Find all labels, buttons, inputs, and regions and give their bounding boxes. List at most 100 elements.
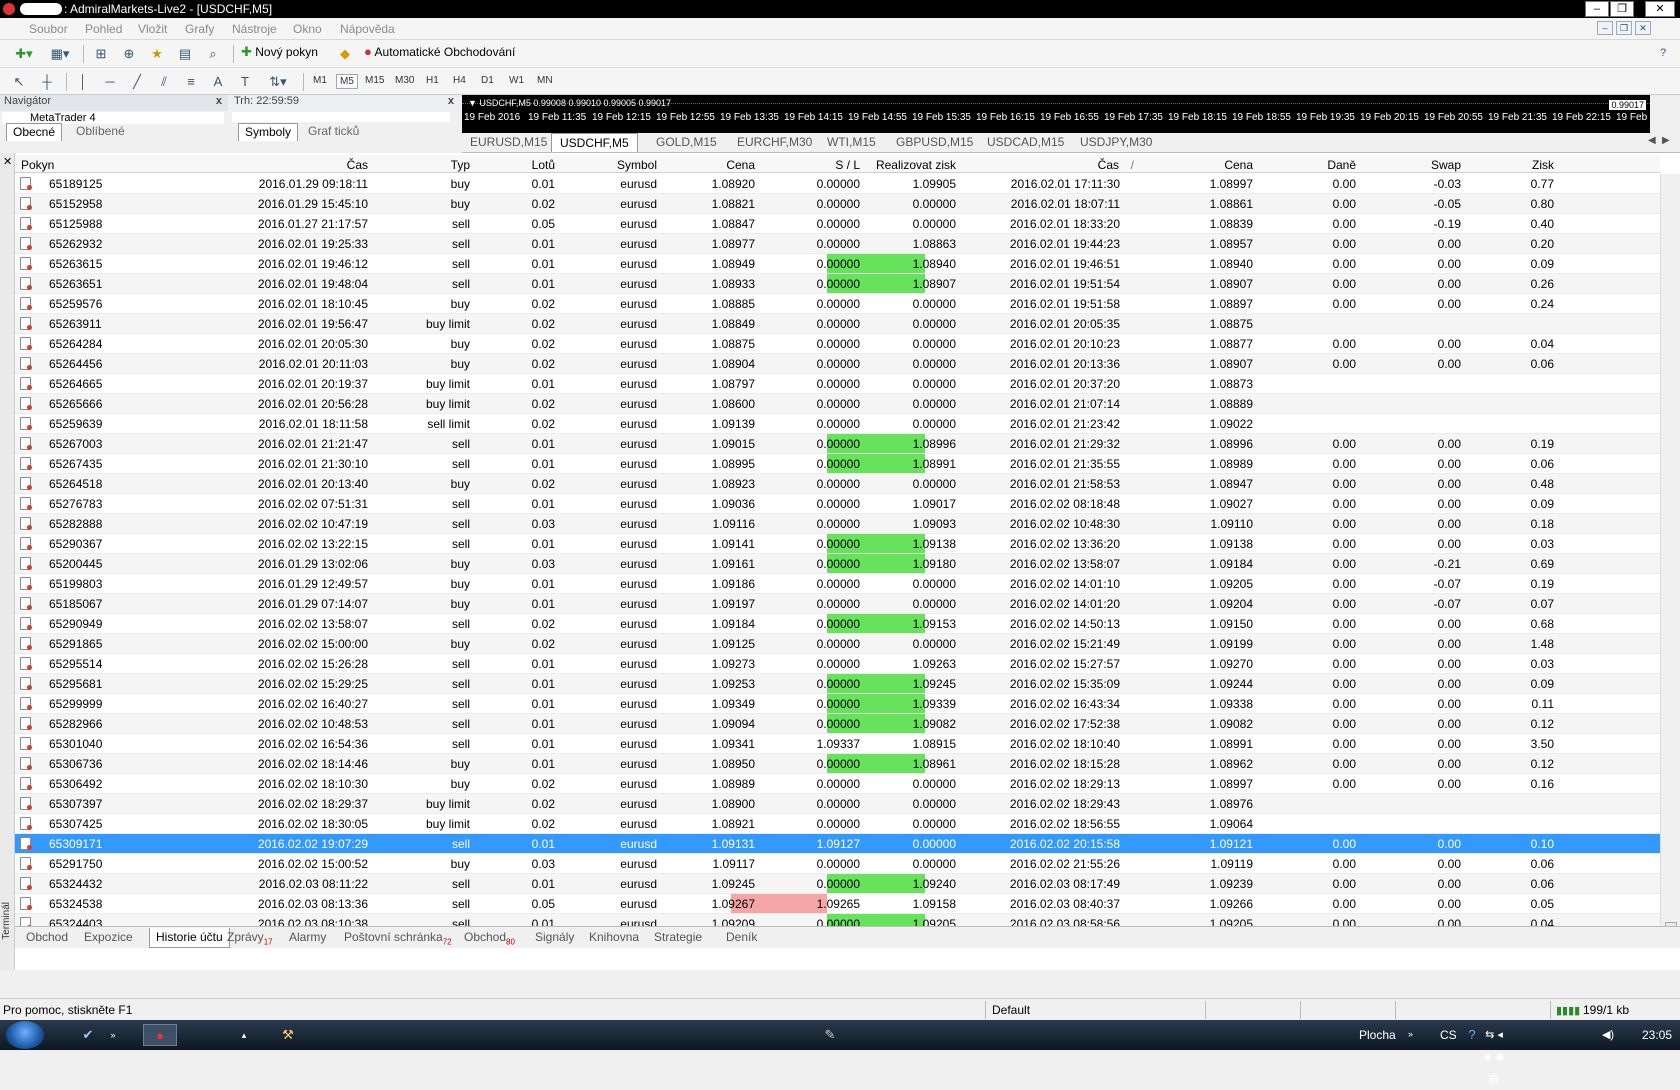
col-swap[interactable]: Swap <box>1431 158 1461 172</box>
mdi-restore-button[interactable]: ❐ <box>1616 21 1632 35</box>
table-row[interactable]: 65200445 2016.01.29 13:02:06 buy 0.03 eurusd… <box>15 554 1660 574</box>
table-row[interactable]: 65265666 2016.02.01 20:56:28 buy limit 0.02… <box>15 394 1660 414</box>
text-label-icon[interactable]: T <box>234 72 256 92</box>
table-row[interactable]: 65267435 2016.02.01 21:30:10 sell 0.01 eurus… <box>15 454 1660 474</box>
col-pokyn[interactable]: Pokyn <box>21 158 54 172</box>
market-watch-icon[interactable]: ⊞ <box>90 44 112 64</box>
help-icon[interactable]: ? <box>1652 44 1674 64</box>
tabs-scroll-left-icon[interactable]: ◀ <box>1648 135 1656 146</box>
chart-tab-usdcad[interactable]: USDCAD,M15 <box>979 133 1072 152</box>
tab-graf-ticku[interactable]: Graf ticků <box>302 123 365 141</box>
taskbar-language[interactable]: CS <box>1440 1028 1457 1042</box>
table-row[interactable]: 65291865 2016.02.02 15:00:00 buy 0.02 eurusd… <box>15 634 1660 654</box>
terminal-tab-8[interactable]: Knihovna <box>583 928 645 948</box>
table-row[interactable]: 65152958 2016.01.29 15:45:10 buy 0.02 eurusd… <box>15 194 1660 214</box>
timeframe-m30[interactable]: M30 <box>392 74 417 87</box>
vertical-line-icon[interactable]: │ <box>72 72 94 92</box>
terminal-tab-0[interactable]: Obchod <box>20 928 74 948</box>
table-row[interactable]: 65299999 2016.02.02 16:40:27 sell 0.01 eurus… <box>15 694 1660 714</box>
col-close-price[interactable]: Cena <box>1224 158 1253 172</box>
close-button[interactable]: ✕ <box>1645 1 1675 17</box>
menu-napoveda[interactable]: Nápověda <box>340 22 395 36</box>
chart-tab-gbpusd[interactable]: GBPUSD,M15 <box>888 133 981 152</box>
terminal-tab-9[interactable]: Strategie <box>648 928 708 948</box>
tab-oblibene[interactable]: Oblíbené <box>70 123 131 141</box>
table-row[interactable]: 65290367 2016.02.02 13:22:15 sell 0.01 eurus… <box>15 534 1660 554</box>
timeframe-m15[interactable]: M15 <box>362 74 387 87</box>
maximize-button[interactable]: ❐ <box>1610 1 1634 17</box>
col-dane[interactable]: Daně <box>1327 158 1356 172</box>
terminal-tab-6[interactable]: Obchod80 <box>458 928 521 948</box>
cursor-icon[interactable]: ↖ <box>8 72 30 92</box>
new-order-button[interactable]: ✚ Nový pokyn <box>241 44 318 64</box>
terminal-tab-2[interactable]: Historie účtu <box>149 928 230 948</box>
taskbar-tool-icon[interactable]: ⚒ <box>276 1024 300 1046</box>
terminal-icon[interactable]: ▤ <box>174 44 196 64</box>
table-row[interactable]: 65306492 2016.02.02 18:10:30 buy 0.02 eurusd… <box>15 774 1660 794</box>
terminal-tab-10[interactable]: Deník <box>720 928 763 948</box>
chart-tab-gold[interactable]: GOLD,M15 <box>648 133 725 152</box>
table-row[interactable]: 65264518 2016.02.01 20:13:40 buy 0.02 eurusd… <box>15 474 1660 494</box>
timeframe-h1[interactable]: H1 <box>423 74 442 87</box>
table-row[interactable]: 65263615 2016.02.01 19:46:12 sell 0.01 eurus… <box>15 254 1660 274</box>
table-row[interactable]: 65306736 2016.02.02 18:14:46 buy 0.01 eurusd… <box>15 754 1660 774</box>
mdi-close-button[interactable]: ✕ <box>1635 21 1651 35</box>
vertical-scrollbar[interactable] <box>1660 174 1680 940</box>
new-chart-icon[interactable]: ✚▾ <box>8 44 40 64</box>
timeframe-mn[interactable]: MN <box>534 74 556 87</box>
market-watch-close-button[interactable]: x <box>448 95 454 107</box>
chart-tab-eurchf[interactable]: EURCHF,M30 <box>729 133 820 152</box>
crosshair-icon[interactable]: ┼ <box>36 72 58 92</box>
table-row[interactable]: 65295514 2016.02.02 15:26:28 sell 0.01 eurus… <box>15 654 1660 674</box>
terminal-close-icon[interactable]: ✕ <box>3 155 12 168</box>
col-zisk[interactable]: Zisk <box>1532 158 1554 172</box>
taskbar-pen-icon[interactable]: ✎ <box>818 1024 842 1046</box>
terminal-tab-3[interactable]: Zprávy17 <box>221 928 279 948</box>
taskbar-app-icon[interactable]: ✔ <box>76 1024 100 1046</box>
table-row[interactable]: 65259639 2016.02.01 18:11:58 sell limit 0.0… <box>15 414 1660 434</box>
start-button[interactable] <box>6 1021 44 1049</box>
taskbar-desktop-arrow-icon[interactable]: » <box>1408 1029 1413 1039</box>
mdi-minimize-button[interactable]: – <box>1597 21 1613 35</box>
table-row[interactable]: 65267003 2016.02.01 21:21:47 sell 0.01 eurus… <box>15 434 1660 454</box>
col-cena[interactable]: Cena <box>726 158 755 172</box>
taskbar-desktop-label[interactable]: Plocha <box>1359 1028 1396 1042</box>
table-row[interactable]: 65264456 2016.02.01 20:11:03 buy 0.02 eurusd… <box>15 354 1660 374</box>
table-row[interactable]: 65291750 2016.02.02 15:00:52 buy 0.03 eurusd… <box>15 854 1660 874</box>
col-close-time[interactable]: Čas <box>1098 158 1119 172</box>
table-row[interactable]: 65185067 2016.01.29 07:14:07 buy 0.01 eurusd… <box>15 594 1660 614</box>
auto-trading-button[interactable]: ● Automatické Obchodování <box>364 44 515 64</box>
table-row[interactable]: 65309171 2016.02.02 19:07:29 sell 0.01 eurus… <box>15 834 1660 854</box>
col-cas[interactable]: Čas <box>347 158 368 172</box>
fibonacci-icon[interactable]: ≡ <box>180 72 202 92</box>
tab-obecne[interactable]: Obecné <box>6 123 63 141</box>
terminal-tab-1[interactable]: Expozice <box>78 928 139 948</box>
table-row[interactable]: 65290949 2016.02.02 13:58:07 sell 0.02 eurus… <box>15 614 1660 634</box>
table-row[interactable]: 65276783 2016.02.02 07:51:31 sell 0.01 eurus… <box>15 494 1660 514</box>
timeframe-h4[interactable]: H4 <box>450 74 469 87</box>
table-row[interactable]: 65307425 2016.02.02 18:30:05 buy limit 0.02… <box>15 814 1660 834</box>
chart-tab-usdjpy[interactable]: USDJPY,M30 <box>1072 133 1160 152</box>
table-row[interactable]: 65295681 2016.02.02 15:29:25 sell 0.01 eurus… <box>15 674 1660 694</box>
table-row[interactable]: 65263651 2016.02.01 19:48:04 sell 0.01 eurus… <box>15 274 1660 294</box>
table-row[interactable]: 65189125 2016.01.29 09:18:11 buy 0.01 eurusd… <box>15 174 1660 194</box>
menu-soubor[interactable]: Soubor <box>29 22 68 36</box>
horizontal-line-icon[interactable]: ─ <box>99 72 121 92</box>
table-row[interactable]: 65262932 2016.02.01 19:25:33 sell 0.01 eurus… <box>15 234 1660 254</box>
minimize-button[interactable]: – <box>1585 1 1609 17</box>
table-row[interactable]: 65264665 2016.02.01 20:19:37 buy limit 0.01… <box>15 374 1660 394</box>
table-row[interactable]: 65324432 2016.02.03 08:11:22 sell 0.01 eurus… <box>15 874 1660 894</box>
tray-help-icon[interactable]: ? <box>1460 1024 1484 1046</box>
col-typ[interactable]: Typ <box>451 158 470 172</box>
arrows-icon[interactable]: ⇅▾ <box>262 72 294 92</box>
table-row[interactable]: 65259576 2016.02.01 18:10:45 buy 0.02 eurusd… <box>15 294 1660 314</box>
table-row[interactable]: 65282888 2016.02.02 10:47:19 sell 0.03 eurus… <box>15 514 1660 534</box>
chart-tab-wti[interactable]: WTI,M15 <box>819 133 884 152</box>
tray-icons[interactable]: ⇆ ◂ ◈ ◉ ▤ <box>1482 1024 1506 1085</box>
tester-icon[interactable]: ⌕ <box>202 44 224 64</box>
taskbar-overflow-icon[interactable]: » <box>101 1024 125 1046</box>
data-window-icon[interactable]: ⊕ <box>118 44 140 64</box>
table-row[interactable]: 65125988 2016.01.27 21:17:57 sell 0.05 eurus… <box>15 214 1660 234</box>
chart-tab-eurusd[interactable]: EURUSD,M15 <box>462 133 555 152</box>
navigator-icon[interactable]: ★ <box>146 44 168 64</box>
